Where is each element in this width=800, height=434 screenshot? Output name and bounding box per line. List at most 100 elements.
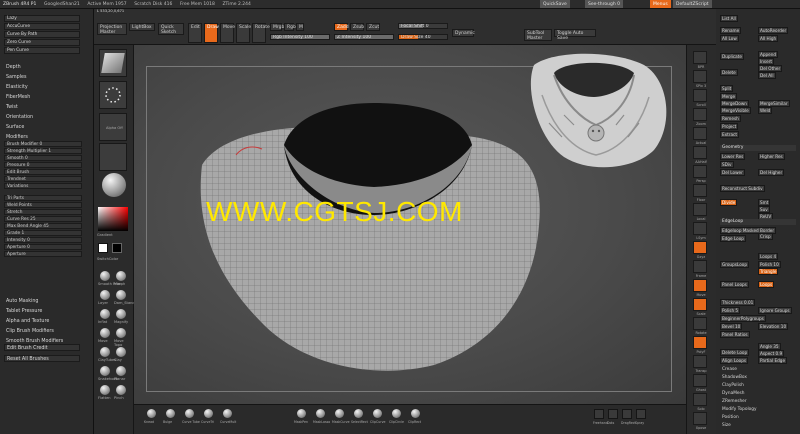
subtool-del-all-button[interactable]: Del All	[758, 72, 776, 79]
subtool-del-other-button[interactable]: Del Other	[758, 65, 783, 72]
left-bottom-edit-brush-credit[interactable]: Edit Brush Credit	[4, 344, 80, 351]
subtool-mergevisible-button[interactable]: MergeVisible	[720, 107, 751, 114]
edgeloop-crisp[interactable]: Crisp	[758, 233, 773, 240]
brush-ball-layer[interactable]	[100, 290, 110, 300]
subtool-append-button[interactable]: Append	[758, 51, 779, 58]
brush-ball-planar[interactable]	[116, 366, 126, 376]
bottom-brush-clipcurve[interactable]	[373, 409, 382, 418]
focal-shift-slider[interactable]: Focal Shift 0	[398, 23, 448, 29]
subtool-mergedown-button[interactable]: MergeDown	[720, 100, 749, 107]
edgeloop-loops[interactable]: Loops	[758, 281, 775, 288]
edgeloop-ignore-groups[interactable]: Ignore Groups	[758, 307, 792, 314]
draw-button[interactable]: Draw	[204, 23, 219, 43]
ghost-icon[interactable]	[693, 374, 707, 387]
modifier-aperture-0[interactable]: Aperture 0	[4, 244, 82, 250]
switchcolor-label[interactable]: SwitchColor	[97, 257, 118, 261]
stroke-dragrect-icon[interactable]	[622, 409, 632, 419]
modifier-variations[interactable]: Variations	[4, 183, 82, 189]
lsym-icon[interactable]	[693, 222, 707, 235]
polyf-icon[interactable]	[693, 336, 707, 349]
geometry-divide[interactable]: Divide	[720, 199, 738, 206]
left-section-surface[interactable]: Surface	[4, 124, 80, 131]
subtool-remesh-button[interactable]: Remesh	[720, 115, 741, 122]
modifier-smooth-0[interactable]: Smooth 0	[4, 155, 82, 161]
brush-ball-morph[interactable]	[116, 271, 126, 281]
tool-section-claypolish[interactable]: ClayPolish	[722, 383, 744, 388]
brush-ball-claytubes[interactable]	[100, 347, 110, 357]
projection-master-button[interactable]: Projection Master	[97, 23, 127, 35]
edgeloop-bevel-10[interactable]: Bevel 10	[720, 323, 743, 330]
edit-button[interactable]: Edit	[188, 23, 202, 43]
material-sphere[interactable]	[102, 173, 126, 197]
brush-thumbnail[interactable]	[99, 49, 127, 77]
left-section-elasticity[interactable]: Elasticity	[4, 84, 80, 91]
lightbox-button[interactable]: LightBox	[129, 23, 155, 31]
stroke-thumbnail[interactable]	[99, 81, 127, 109]
rgb-intensity-slider[interactable]: Rgb Intensity 100	[270, 34, 330, 40]
stroke-dots-icon[interactable]	[608, 409, 618, 419]
subtool-delete-button[interactable]: Delete	[720, 69, 738, 76]
bpr-icon[interactable]	[693, 51, 707, 64]
brush-ball-inflat[interactable]	[100, 309, 110, 319]
xpose-icon[interactable]	[693, 412, 707, 425]
brush-ball-dam-standard[interactable]	[116, 290, 126, 300]
subtool-project-button[interactable]: Project	[720, 123, 739, 130]
texture-thumbnail[interactable]	[99, 143, 127, 171]
primary-color-swatch[interactable]	[98, 243, 108, 253]
zoom-icon[interactable]	[693, 108, 707, 121]
deleteloop-angle-35[interactable]: Angle 35	[758, 343, 781, 350]
brush-ball-smooth-prim[interactable]	[100, 271, 110, 281]
rotate-button[interactable]: Rotate	[252, 23, 270, 43]
tool-section-zremesher[interactable]: ZRemesher	[722, 399, 747, 404]
z-intensity-slider[interactable]: Z Intensity 100	[334, 34, 394, 40]
left-section-samples[interactable]: Samples	[4, 74, 80, 81]
zcut-button[interactable]: Zcut	[366, 23, 380, 31]
modifier-strength-multiplier-1[interactable]: Strength Multiplier 1	[4, 148, 82, 154]
brush-ball-flatten[interactable]	[100, 385, 110, 395]
brush-ball-snakehook[interactable]	[100, 366, 110, 376]
geometry-header[interactable]: Geometry	[720, 145, 796, 151]
bottom-brush-curvetri[interactable]	[204, 409, 213, 418]
local-icon[interactable]	[693, 203, 707, 216]
menus-button[interactable]: Menus	[650, 0, 671, 8]
bottom-brush-bulge[interactable]	[166, 409, 175, 418]
move-icon[interactable]	[693, 279, 707, 292]
quicksave-button[interactable]: QuickSave	[540, 0, 570, 8]
aahalf-icon[interactable]	[693, 146, 707, 159]
edgeloop-panel-ratios[interactable]: Panel Ratios	[720, 331, 750, 338]
geometry-del-higher[interactable]: Del Higher	[758, 169, 785, 176]
subtool-autoreorder-button[interactable]: AutoReorder	[758, 27, 789, 34]
mrgb-button[interactable]: Mrgb	[270, 23, 284, 31]
bottom-brush-maskcurve[interactable]	[335, 409, 344, 418]
bottom-brush-curvemult[interactable]	[223, 409, 232, 418]
geometry-higher-res[interactable]: Higher Res	[758, 153, 785, 160]
modifier-weld-points[interactable]: Weld Points	[4, 202, 82, 208]
left-curve-option-accucurve[interactable]: AccuCurve	[4, 23, 80, 30]
subtool-merge-button[interactable]: Merge	[720, 93, 738, 100]
frame-icon[interactable]	[693, 260, 707, 273]
edgeloop-panel-loops[interactable]: Panel Loops	[720, 281, 749, 288]
tool-section-position[interactable]: Position	[722, 415, 739, 420]
modifier-aperture[interactable]: Aperture	[4, 251, 82, 257]
deleteloop-aspect-0-9[interactable]: Aspect 0.9	[758, 350, 785, 357]
tool-section-dynamesh[interactable]: DynaMesh	[722, 391, 745, 396]
actual-icon[interactable]	[693, 127, 707, 140]
subtool-master-button[interactable]: SubTool Master	[524, 29, 552, 41]
brush-ball-magnify[interactable]	[116, 309, 126, 319]
deleteloop-delete-loop[interactable]: Delete Loop	[720, 349, 750, 356]
gxyz-icon[interactable]	[693, 241, 707, 254]
modifier-intensity-0[interactable]: Intensity 0	[4, 237, 82, 243]
modifier-edit-brush[interactable]: Edit Brush	[4, 169, 82, 175]
geometry-suv[interactable]: Suv	[758, 206, 770, 213]
color-picker[interactable]	[98, 207, 128, 231]
subtool-split-button[interactable]: Split	[720, 85, 734, 92]
edgeloop-elevation-10[interactable]: Elevation 10	[758, 323, 789, 330]
geometry-sdiv[interactable]: SDiv	[720, 161, 734, 168]
modifier-grade-1[interactable]: Grade 1	[4, 230, 82, 236]
geometry-reconstruct-subdiv[interactable]: Reconstruct Subdiv	[720, 185, 765, 192]
tool-section-crease[interactable]: Crease	[722, 367, 737, 372]
modifier-tri-parts[interactable]: Tri Parts	[4, 195, 82, 201]
bottom-brush-selectrect[interactable]	[354, 409, 363, 418]
toggle-autosave-button[interactable]: Toggle Auto Save	[554, 29, 596, 41]
subtool-weld-button[interactable]: Weld	[758, 107, 773, 114]
